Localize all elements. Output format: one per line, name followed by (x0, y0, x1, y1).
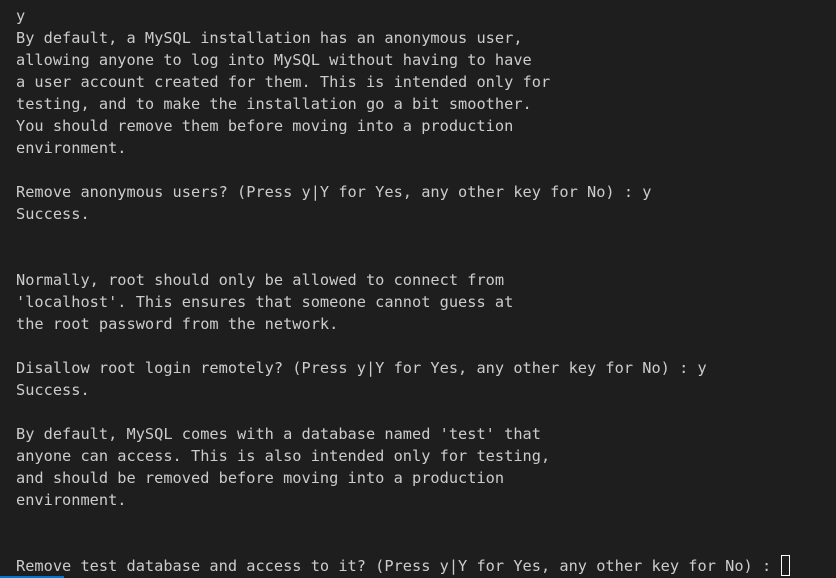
terminal-line: Remove anonymous users? (Press y|Y for Y… (16, 183, 652, 201)
terminal-line: Normally, root should only be allowed to… (16, 271, 505, 289)
terminal-line: testing, and to make the installation go… (16, 95, 532, 113)
terminal-line: By default, MySQL comes with a database … (16, 425, 541, 443)
terminal-line: and should be removed before moving into… (16, 469, 505, 487)
terminal-line: Success. (16, 205, 90, 223)
terminal-line: 'localhost'. This ensures that someone c… (16, 293, 514, 311)
terminal-line: anyone can access. This is also intended… (16, 447, 551, 465)
terminal-panel[interactable]: y By default, a MySQL installation has a… (0, 0, 836, 578)
terminal-line: You should remove them before moving int… (16, 117, 514, 135)
terminal-output: y By default, a MySQL installation has a… (16, 5, 791, 577)
terminal-prompt-text: Remove test database and access to it? (… (16, 557, 781, 575)
terminal-cursor[interactable] (781, 555, 791, 576)
terminal-line: By default, a MySQL installation has an … (16, 29, 523, 47)
terminal-line: environment. (16, 491, 127, 509)
terminal-prompt-line[interactable]: Remove test database and access to it? (… (16, 555, 791, 577)
terminal-line: Success. (16, 381, 90, 399)
terminal-line: environment. (16, 139, 127, 157)
terminal-line: the root password from the network. (16, 315, 339, 333)
terminal-line: Disallow root login remotely? (Press y|Y… (16, 359, 707, 377)
terminal-line: y (16, 7, 26, 25)
terminal-line: allowing anyone to log into MySQL withou… (16, 51, 532, 69)
terminal-line: a user account created for them. This is… (16, 73, 551, 91)
